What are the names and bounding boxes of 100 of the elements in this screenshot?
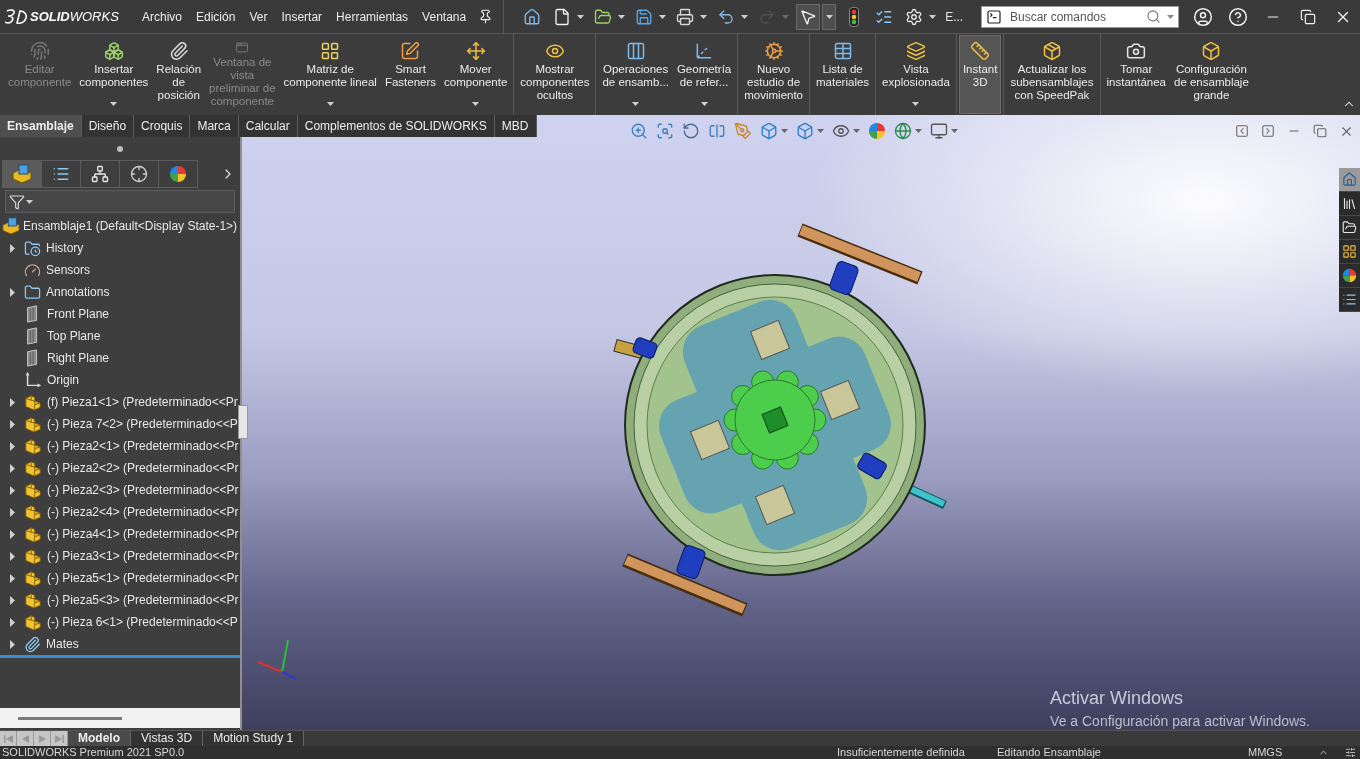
caret-icon[interactable]	[326, 102, 334, 106]
tree-item[interactable]: Sensors	[0, 259, 240, 281]
ribbon-button[interactable]: Actualizar los subensamblajes con SpeedPak	[1006, 35, 1098, 114]
command-tab[interactable]: Diseño	[81, 115, 135, 137]
tree-item[interactable]: (-) Pieza2<1> (Predeterminado<<Pr	[0, 435, 240, 457]
caret-icon[interactable]	[26, 199, 33, 204]
model-tab[interactable]: Motion Study 1	[203, 731, 305, 746]
caret-icon[interactable]	[741, 14, 749, 19]
tree-item[interactable]: Mates	[0, 633, 240, 655]
grid-icon[interactable]	[320, 41, 341, 61]
panel-right-icon[interactable]	[1261, 124, 1275, 138]
caret-icon[interactable]	[951, 129, 958, 133]
expand-arrow-icon[interactable]	[9, 595, 15, 605]
ribbon-button[interactable]: Instant 3D	[958, 35, 1002, 114]
expand-arrow-icon[interactable]	[9, 287, 15, 297]
cube-icon[interactable]	[796, 122, 814, 140]
menu-item[interactable]: Archivo	[135, 0, 189, 33]
tree-item[interactable]: (-) Pieza4<1> (Predeterminado<<Pr	[0, 523, 240, 545]
splitter-handle[interactable]	[117, 145, 123, 152]
grid-icon[interactable]	[1342, 244, 1357, 259]
panel-left-icon[interactable]	[1235, 124, 1249, 138]
tree-item[interactable]: (-) Pieza5<1> (Predeterminado<<Pr	[0, 567, 240, 589]
pin-icon[interactable]	[477, 9, 493, 24]
caret-icon[interactable]	[632, 102, 640, 106]
cube-icon[interactable]	[760, 122, 778, 140]
move-arrows-icon[interactable]	[465, 41, 486, 61]
caret-icon[interactable]	[817, 129, 824, 133]
traffic-light-icon[interactable]	[849, 6, 860, 27]
list-icon[interactable]	[52, 165, 70, 183]
monitor-icon[interactable]	[930, 122, 948, 140]
panel-tab[interactable]	[119, 160, 159, 188]
zoom-in-icon[interactable]	[630, 122, 648, 140]
caret-icon[interactable]	[700, 14, 708, 19]
expand-arrow-icon[interactable]	[9, 573, 15, 583]
ribbon-button[interactable]: Configuración de ensamblaje grande	[1170, 35, 1253, 114]
tree-item[interactable]: (-) Pieza2<3> (Predeterminado<<Pr	[0, 479, 240, 501]
open-folder-icon[interactable]	[1342, 220, 1357, 235]
menu-item[interactable]: Ventana	[415, 0, 474, 33]
split-square-icon[interactable]	[708, 122, 726, 140]
layers-icon[interactable]	[906, 41, 926, 61]
ribbon-button[interactable]: Mover componente	[440, 35, 512, 114]
tree-item[interactable]: (f) Pieza1<1> (Predeterminado<<Pr	[0, 391, 240, 413]
ribbon-button[interactable]: Lista de materiales	[812, 35, 874, 114]
expand-arrow-icon[interactable]	[9, 529, 15, 539]
caret-icon[interactable]	[853, 129, 860, 133]
caret-icon[interactable]	[577, 14, 585, 19]
model-tab[interactable]: Modelo	[68, 731, 131, 746]
caret-icon[interactable]	[659, 14, 667, 19]
menu-item[interactable]: Ver	[242, 0, 275, 33]
panel-tab[interactable]	[158, 160, 198, 188]
model-tab[interactable]: Vistas 3D	[131, 731, 204, 746]
menu-item[interactable]: Insertar	[274, 0, 330, 33]
caret-icon[interactable]	[781, 129, 788, 133]
caret-icon[interactable]	[929, 14, 937, 19]
library-icon[interactable]	[1342, 196, 1357, 211]
expand-arrow-icon[interactable]	[9, 243, 15, 253]
eye-icon[interactable]	[544, 41, 565, 61]
expand-arrow-icon[interactable]	[9, 551, 15, 561]
panel-tab[interactable]	[41, 160, 81, 188]
expand-arrow-icon[interactable]	[9, 485, 15, 495]
hierarchy-icon[interactable]	[91, 165, 109, 183]
color-ball-icon[interactable]	[169, 165, 187, 183]
tree-item[interactable]: (-) Pieza3<1> (Predeterminado<<Pr	[0, 545, 240, 567]
ribbon-button[interactable]: Geometría de refer...	[672, 35, 736, 114]
help-icon[interactable]	[1227, 6, 1248, 27]
caret-icon[interactable]	[700, 102, 708, 106]
ribbon-button[interactable]: Vista explosionada	[878, 35, 954, 114]
command-tab[interactable]: MBD	[494, 115, 537, 137]
search-icon[interactable]	[1146, 9, 1161, 24]
cog-icon[interactable]	[763, 41, 784, 61]
tree-item[interactable]: Annotations	[0, 281, 240, 303]
ribbon-button[interactable]: Matriz de componente lineal	[279, 35, 381, 114]
expand-arrow-icon[interactable]	[9, 639, 15, 649]
command-tab[interactable]: Calcular	[238, 115, 298, 137]
tree-item[interactable]: (-) Pieza 6<1> (Predeterminado<<P	[0, 611, 240, 633]
expand-arrow-icon[interactable]	[9, 507, 15, 517]
command-tab[interactable]: Ensamblaje	[0, 115, 82, 137]
caret-icon[interactable]	[915, 129, 922, 133]
tree-item[interactable]: (-) Pieza2<2> (Predeterminado<<Pr	[0, 457, 240, 479]
pen-square-icon[interactable]	[400, 41, 421, 61]
ribbon-button[interactable]: Insertar componentes	[75, 35, 153, 114]
sliders-icon[interactable]	[1345, 747, 1356, 758]
ribbon-button[interactable]: Mostrar componentes ocultos	[516, 35, 594, 114]
menu-item[interactable]: Herramientas	[329, 0, 416, 33]
color-ball-icon[interactable]	[1342, 268, 1357, 283]
ribbon-button[interactable]: Tomar instantánea	[1102, 35, 1170, 114]
menu-item[interactable]: Edición	[189, 0, 243, 33]
boxes-icon[interactable]	[103, 41, 124, 61]
scan-search-icon[interactable]	[656, 122, 674, 140]
list-icon[interactable]	[1342, 292, 1357, 307]
rotate-back-icon[interactable]	[682, 122, 700, 140]
tree-item[interactable]: Ensamblaje1 (Default<Display State-1>)	[0, 215, 240, 237]
camera-icon[interactable]	[1126, 41, 1147, 61]
tree-item[interactable]: Right Plane	[0, 347, 240, 369]
scrollbar-thumb[interactable]	[18, 716, 122, 720]
caret-icon[interactable]	[110, 102, 118, 106]
package-icon[interactable]	[1041, 41, 1062, 61]
tree-item[interactable]: (-) Pieza2<4> (Predeterminado<<Pr	[0, 501, 240, 523]
caret-icon[interactable]	[472, 102, 480, 106]
command-tab[interactable]: Croquis	[134, 115, 191, 137]
